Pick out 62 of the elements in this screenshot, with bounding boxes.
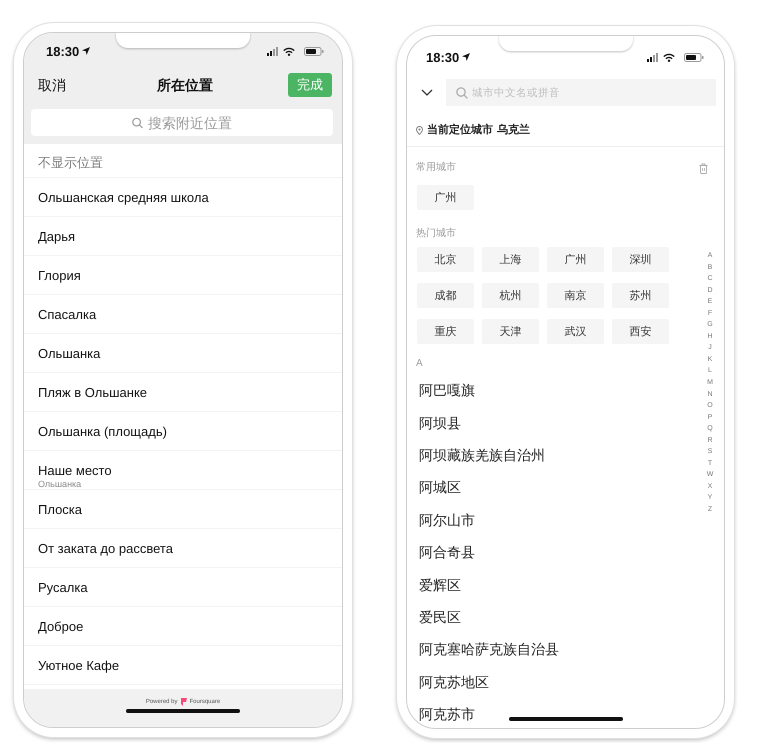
place-address: Ольшанка: [38, 479, 82, 490]
location-arrow-icon: [462, 53, 470, 61]
location-arrow-icon: [82, 47, 90, 55]
logo-icon: [180, 698, 186, 706]
place-name[interactable]: От заката до рассвета: [38, 540, 173, 557]
search-icon: [132, 117, 143, 128]
place-name[interactable]: Уютное Кафе: [38, 657, 120, 674]
city-item[interactable]: 阿克苏地区: [419, 672, 489, 691]
city-chip[interactable]: 西安: [612, 319, 669, 344]
place-name[interactable]: Плоска: [38, 501, 82, 518]
city-item[interactable]: 阿坝县: [419, 414, 461, 432]
pin-icon: [416, 126, 423, 134]
city-item[interactable]: 阿克塞哈萨克族自治县: [419, 640, 559, 658]
wifi-icon: [663, 52, 675, 62]
city-item[interactable]: 阿尔山市: [419, 510, 475, 529]
page-title: 所在位置: [157, 76, 213, 94]
place-name[interactable]: Ольшанская средняя школа: [38, 189, 209, 206]
place-name[interactable]: Наше место: [38, 462, 112, 479]
signal-icon: [647, 52, 658, 62]
city-item[interactable]: 阿坝藏族羌族自治州: [419, 446, 545, 464]
city-item[interactable]: 阿合奇县: [419, 543, 475, 562]
status-time: 18:30: [46, 44, 80, 58]
battery-icon: [684, 52, 704, 62]
hide-location-option[interactable]: 不显示位置: [38, 154, 103, 171]
city-chip[interactable]: 重庆: [417, 319, 474, 344]
cancel-button[interactable]: 取消: [38, 76, 66, 94]
city-chip[interactable]: 广州: [547, 247, 604, 272]
chevron-down-icon[interactable]: [421, 89, 433, 96]
wifi-icon: [283, 46, 295, 56]
city-item[interactable]: 阿巴嘎旗: [419, 381, 475, 400]
city-chip[interactable]: 武汉: [547, 319, 604, 344]
place-name[interactable]: Пляж в Ольшанке: [38, 384, 148, 401]
city-item[interactable]: 阿克苏市: [419, 705, 475, 724]
place-name[interactable]: Спасалка: [38, 306, 96, 323]
city-chip[interactable]: 杭州: [482, 283, 539, 308]
section-label: 常用城市: [416, 161, 456, 175]
section-label: 热门城市: [416, 227, 456, 241]
city-item[interactable]: 阿城区: [419, 478, 461, 496]
place-name[interactable]: Русалка: [38, 579, 88, 596]
current-city: 乌克兰: [497, 123, 530, 137]
signal-icon: [267, 46, 278, 56]
city-chip[interactable]: 天津: [482, 319, 539, 344]
status-time: 18:30: [426, 50, 460, 64]
search-icon: [456, 86, 468, 98]
city-chip[interactable]: 成都: [417, 283, 474, 308]
city-chip[interactable]: 深圳: [612, 247, 669, 272]
current-location-label: 当前定位城市: [427, 123, 493, 137]
battery-icon: [304, 46, 324, 56]
city-chip[interactable]: 广州: [417, 185, 474, 210]
city-item[interactable]: 爱辉区: [419, 576, 461, 594]
place-name[interactable]: Ольшанка: [38, 345, 100, 362]
place-name[interactable]: Доброе: [38, 618, 84, 635]
city-chip[interactable]: 上海: [482, 247, 539, 272]
search-field[interactable]: 搜索附近位置: [31, 109, 333, 136]
place-name[interactable]: Дарья: [38, 228, 76, 245]
city-chip[interactable]: 北京: [417, 247, 474, 272]
section-letter: A: [416, 357, 423, 371]
city-chip[interactable]: 苏州: [612, 283, 669, 308]
city-chip[interactable]: 南京: [547, 283, 604, 308]
place-name[interactable]: Глория: [38, 267, 81, 284]
place-name[interactable]: Ольшанка (площадь): [38, 423, 167, 440]
city-item[interactable]: 爱民区: [419, 608, 461, 626]
